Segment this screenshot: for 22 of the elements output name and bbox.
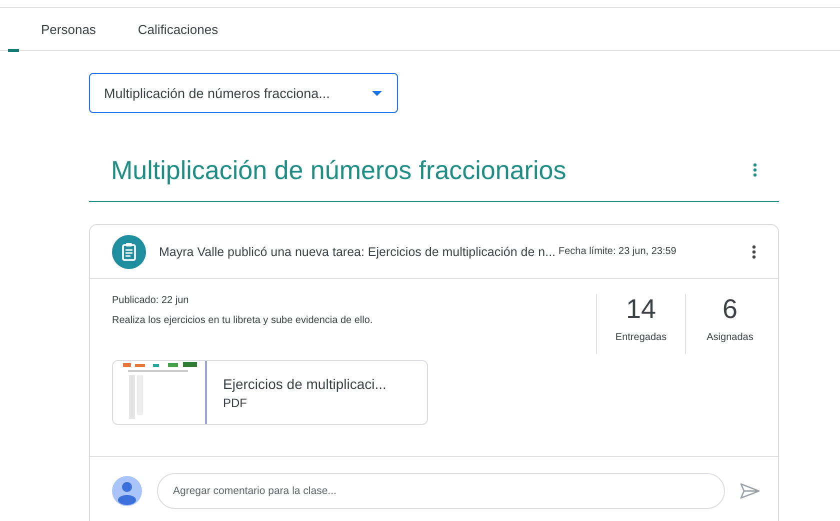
- send-icon[interactable]: [740, 483, 760, 499]
- due-date: Fecha límite: 23 jun, 23:59: [558, 246, 678, 257]
- description: Realiza los ejercicios en tu libreta y sube evidencia de ello.: [112, 315, 373, 326]
- attachment-card[interactable]: Ejercicios de multiplicaci... PDF: [112, 360, 428, 425]
- stat-count: 6: [722, 294, 738, 325]
- post-header[interactable]: Mayra Valle publicó una nueva tarea: Ejercicios de multiplicación de n...: [159, 244, 556, 258]
- topic-title: Multiplicación de números fraccionarios: [111, 154, 566, 186]
- attachment-name: Ejercicios de multiplicaci...: [223, 376, 386, 392]
- file-type: PDF: [223, 396, 248, 410]
- stat-label: Asignadas: [706, 332, 754, 343]
- stat-count: 14: [626, 294, 656, 325]
- comment-field[interactable]: Agregar comentario para la clase...: [157, 473, 725, 509]
- assignment-icon: [112, 234, 146, 268]
- tab[interactable]: Personas: [27, 18, 110, 40]
- avatar-icon: [112, 476, 142, 506]
- topic-dropdown[interactable]: Multiplicación de números fracciona...: [89, 73, 398, 113]
- published-date: Publicado: 22 jun: [112, 295, 189, 306]
- stat-label: Entregadas: [615, 332, 667, 343]
- more-icon[interactable]: [752, 244, 756, 258]
- caret-icon: [372, 90, 382, 96]
- tab-indicator: [8, 49, 19, 52]
- tab[interactable]: Calificaciones: [124, 18, 232, 40]
